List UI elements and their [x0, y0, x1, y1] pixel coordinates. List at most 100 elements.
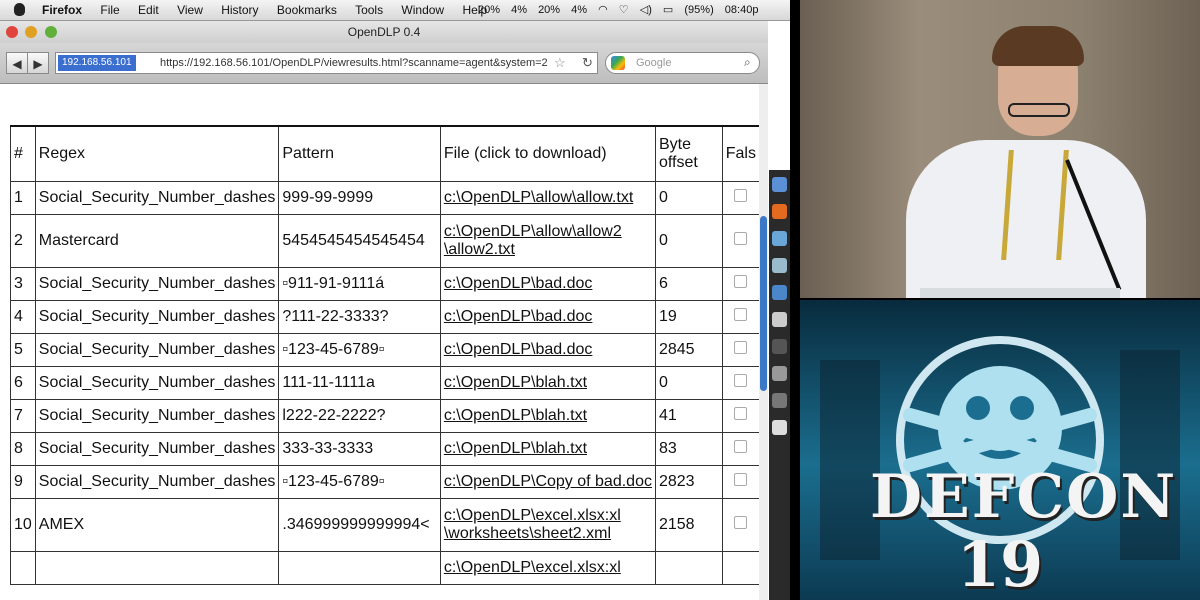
- table-row: 2 Mastercard 5454545454545454 c:\OpenDLP\al…: [10, 214, 760, 268]
- table-row: 3 Social_Security_Number_dashes ▫911-91-91…: [10, 267, 760, 301]
- menubar-status: 20% 4% 20% 4% ◠ ♡ ◁) ▭ (95%) 08:40p: [478, 3, 766, 16]
- dock-trash-icon[interactable]: [772, 420, 787, 435]
- file-download-link[interactable]: c:\OpenDLP\allow\allow.txt: [444, 189, 633, 206]
- row-number: 7: [10, 399, 36, 433]
- false-positive-checkbox[interactable]: [734, 374, 748, 387]
- vertical-scrollbar[interactable]: [759, 84, 768, 600]
- dock-calendar-icon[interactable]: [772, 285, 787, 300]
- row-pattern: 999-99-9999: [278, 181, 441, 215]
- false-positive-checkbox[interactable]: [734, 407, 748, 420]
- false-positive-checkbox[interactable]: [734, 308, 748, 321]
- row-file: c:\OpenDLP\excel.xlsx:xl \worksheets\shee…: [439, 498, 656, 552]
- row-file: c:\OpenDLP\excel.xlsx:xl: [439, 551, 656, 585]
- clock[interactable]: 08:40p: [725, 4, 759, 16]
- row-offset: 0: [654, 181, 723, 215]
- row-false-positive: [721, 551, 760, 585]
- file-download-link[interactable]: c:\OpenDLP\blah.txt: [444, 407, 587, 424]
- table-row: 9 Social_Security_Number_dashes ▫123-45-67…: [10, 465, 760, 499]
- false-positive-checkbox[interactable]: [734, 440, 748, 453]
- row-offset: 41: [654, 399, 723, 433]
- speaker-camera-view: [800, 0, 1200, 298]
- back-button[interactable]: ◀: [6, 52, 28, 74]
- menu-view[interactable]: View: [177, 3, 203, 17]
- row-pattern: 5454545454545454: [278, 214, 441, 268]
- row-pattern: ▫123-45-6789▫: [278, 333, 441, 367]
- menu-history[interactable]: History: [221, 3, 258, 17]
- file-download-link[interactable]: c:\OpenDLP\bad.doc: [444, 275, 593, 292]
- search-input[interactable]: Google: [636, 57, 671, 69]
- dock-finder-icon[interactable]: [772, 177, 787, 192]
- file-download-link[interactable]: c:\OpenDLP\bad.doc: [444, 341, 593, 358]
- file-download-link[interactable]: c:\OpenDLP\excel.xlsx:xl: [444, 559, 621, 576]
- apple-icon[interactable]: [14, 3, 25, 16]
- google-icon[interactable]: [611, 56, 625, 70]
- header-offset-line1: Byte: [658, 136, 691, 153]
- row-pattern: 111-11-1111a: [278, 366, 441, 400]
- table-row: 6 Social_Security_Number_dashes 111-11-111…: [10, 366, 760, 400]
- row-file: c:\OpenDLP\blah.txt: [439, 366, 656, 400]
- results-table: # Regex Pattern File (click to download)…: [10, 125, 760, 585]
- dock-preview-icon[interactable]: [772, 312, 787, 327]
- row-false-positive: [721, 366, 760, 400]
- url-text[interactable]: https://192.168.56.101/OpenDLP/viewresul…: [160, 57, 548, 69]
- file-download-link-cont[interactable]: \allow2.txt: [444, 241, 515, 258]
- table-row: 10 AMEX .346999999999994< c:\OpenDLP\excel.…: [10, 498, 760, 552]
- header-false-positive: Fals: [721, 125, 760, 182]
- menu-list: Firefox File Edit View History Bookmarks…: [42, 3, 502, 17]
- row-offset: 19: [654, 300, 723, 334]
- dock-mail-icon[interactable]: [772, 231, 787, 246]
- file-download-link[interactable]: c:\OpenDLP\blah.txt: [444, 440, 587, 457]
- row-file: c:\OpenDLP\allow\allow2 \allow2.txt: [439, 214, 656, 268]
- false-positive-checkbox[interactable]: [734, 341, 748, 354]
- wifi-icon[interactable]: ◠: [598, 4, 608, 16]
- header-num: #: [10, 125, 36, 182]
- dock-app-icon[interactable]: [772, 258, 787, 273]
- page-content: # Regex Pattern File (click to download)…: [0, 84, 760, 600]
- header-file: File (click to download): [439, 125, 656, 182]
- row-regex: Mastercard: [34, 214, 280, 268]
- row-regex: Social_Security_Number_dashes: [34, 399, 280, 433]
- file-download-link[interactable]: c:\OpenDLP\Copy of bad.doc: [444, 473, 652, 490]
- false-positive-checkbox[interactable]: [734, 232, 748, 245]
- dock-firefox-icon[interactable]: [772, 204, 787, 219]
- window-title: OpenDLP 0.4: [347, 25, 421, 39]
- url-bar[interactable]: 192.168.56.101 https://192.168.56.101/Op…: [55, 52, 598, 74]
- reload-icon[interactable]: ↻: [582, 55, 593, 71]
- row-pattern: ▫911-91-9111á: [278, 267, 441, 301]
- row-pattern: .346999999999994<: [278, 498, 441, 552]
- scrollbar-thumb[interactable]: [760, 216, 767, 391]
- file-download-link[interactable]: c:\OpenDLP\bad.doc: [444, 308, 593, 325]
- site-identity-badge[interactable]: 192.168.56.101: [58, 55, 136, 71]
- table-row: c:\OpenDLP\excel.xlsx:xl: [10, 551, 760, 585]
- file-download-link[interactable]: c:\OpenDLP\blah.txt: [444, 374, 587, 391]
- row-offset: 2823: [654, 465, 723, 499]
- menu-window[interactable]: Window: [401, 3, 444, 17]
- volume-icon[interactable]: ◁): [640, 4, 652, 16]
- bookmark-star-icon[interactable]: ☆: [554, 55, 566, 71]
- row-false-positive: [721, 399, 760, 433]
- file-download-link[interactable]: c:\OpenDLP\excel.xlsx:xl: [444, 507, 621, 524]
- dock-terminal-icon[interactable]: [772, 339, 787, 354]
- menu-bookmarks[interactable]: Bookmarks: [277, 3, 337, 17]
- search-icon[interactable]: ⌕: [744, 55, 751, 70]
- menu-edit[interactable]: Edit: [138, 3, 159, 17]
- false-positive-checkbox[interactable]: [734, 275, 748, 288]
- table-row: 7 Social_Security_Number_dashes l222-22-22…: [10, 399, 760, 433]
- false-positive-checkbox[interactable]: [734, 516, 748, 529]
- forward-button[interactable]: ▶: [27, 52, 49, 74]
- file-download-link[interactable]: c:\OpenDLP\allow\allow2: [444, 223, 622, 240]
- header-offset-line2: offset: [658, 154, 698, 171]
- search-bar[interactable]: Google ⌕: [605, 52, 760, 74]
- file-download-link-cont[interactable]: \worksheets\sheet2.xml: [444, 525, 611, 542]
- browser-navbar: ◀ ▶ 192.168.56.101 https://192.168.56.10…: [0, 43, 768, 84]
- row-false-positive: [721, 333, 760, 367]
- bluetooth-icon[interactable]: ♡: [619, 4, 629, 16]
- battery-icon[interactable]: ▭: [663, 4, 673, 16]
- dock-settings-icon[interactable]: [772, 393, 787, 408]
- menu-tools[interactable]: Tools: [355, 3, 383, 17]
- menu-file[interactable]: File: [100, 3, 119, 17]
- false-positive-checkbox[interactable]: [734, 473, 748, 486]
- dock-utility-icon[interactable]: [772, 366, 787, 381]
- false-positive-checkbox[interactable]: [734, 189, 748, 202]
- menu-app[interactable]: Firefox: [42, 3, 82, 17]
